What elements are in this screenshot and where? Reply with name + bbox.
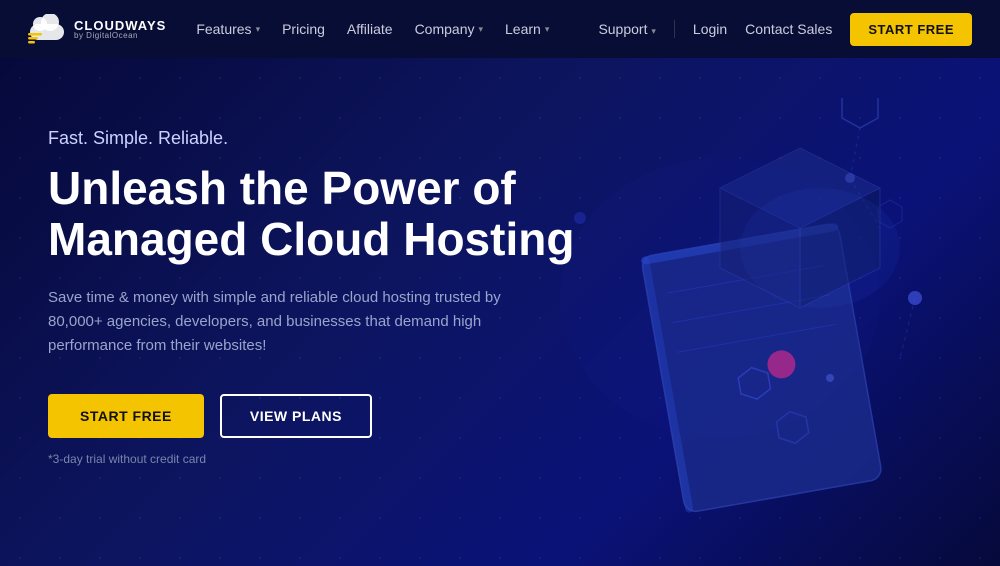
nav-item-pricing[interactable]: Pricing: [282, 21, 325, 37]
chevron-down-icon: ▾: [651, 26, 656, 36]
hero-graphic: [520, 98, 940, 518]
nav-link-affiliate[interactable]: Affiliate: [347, 21, 393, 37]
navbar: CLOUDWAYS by DigitalOcean Features ▾ Pri…: [0, 0, 1000, 58]
nav-login-link[interactable]: Login: [693, 21, 727, 37]
hero-start-free-button[interactable]: START FREE: [48, 394, 204, 438]
nav-left: CLOUDWAYS by DigitalOcean Features ▾ Pri…: [28, 14, 549, 44]
trial-note: *3-day trial without credit card: [48, 452, 580, 466]
brand-subtitle: by DigitalOcean: [74, 32, 166, 40]
nav-links: Features ▾ Pricing Affiliate Company ▾: [196, 21, 549, 37]
nav-item-affiliate[interactable]: Affiliate: [347, 21, 393, 37]
nav-contact-link[interactable]: Contact Sales: [745, 21, 832, 37]
nav-start-free-button[interactable]: START FREE: [850, 13, 972, 46]
nav-link-learn[interactable]: Learn ▾: [505, 21, 549, 37]
isometric-illustration: [520, 98, 940, 518]
logo-icon: [28, 14, 66, 44]
hero-view-plans-button[interactable]: VIEW PLANS: [220, 394, 372, 438]
nav-link-pricing[interactable]: Pricing: [282, 21, 325, 37]
logo[interactable]: CLOUDWAYS by DigitalOcean: [28, 14, 166, 44]
chevron-down-icon: ▾: [545, 24, 550, 35]
hero-section: Fast. Simple. Reliable. Unleash the Powe…: [0, 58, 1000, 566]
nav-item-learn[interactable]: Learn ▾: [505, 21, 549, 37]
nav-right: Support ▾ Login Contact Sales START FREE: [598, 13, 972, 46]
chevron-down-icon: ▾: [256, 24, 261, 35]
nav-item-features[interactable]: Features ▾: [196, 21, 260, 37]
hero-buttons: START FREE VIEW PLANS: [48, 394, 580, 438]
nav-link-features[interactable]: Features ▾: [196, 21, 260, 37]
hero-description: Save time & money with simple and reliab…: [48, 286, 548, 358]
hero-title: Unleash the Power of Managed Cloud Hosti…: [48, 163, 580, 264]
nav-support-link[interactable]: Support ▾: [598, 21, 655, 37]
logo-text: CLOUDWAYS by DigitalOcean: [74, 19, 166, 40]
hero-tagline: Fast. Simple. Reliable.: [48, 128, 580, 149]
chevron-down-icon: ▾: [478, 24, 483, 35]
nav-link-company[interactable]: Company ▾: [415, 21, 483, 37]
brand-name: CLOUDWAYS: [74, 19, 166, 32]
nav-item-company[interactable]: Company ▾: [415, 21, 483, 37]
nav-divider: [674, 20, 675, 38]
hero-content: Fast. Simple. Reliable. Unleash the Powe…: [0, 58, 580, 466]
